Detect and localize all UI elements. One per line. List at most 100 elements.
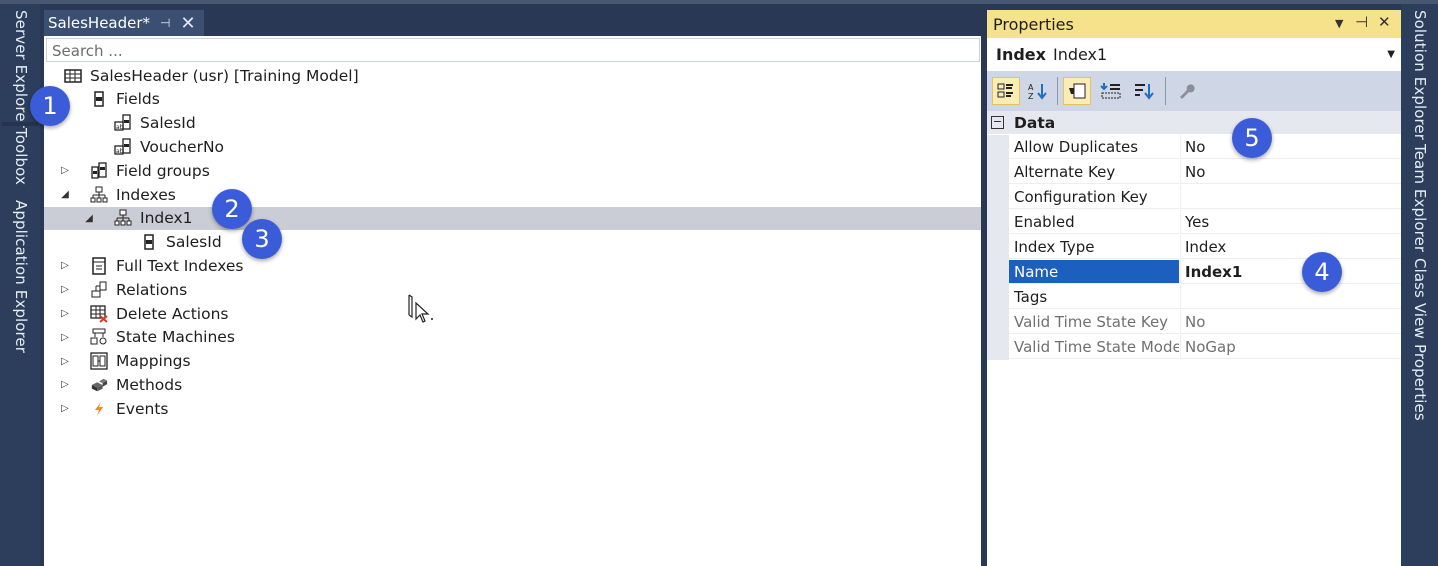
rail-tab-server-explorer[interactable]: Server Explorer bbox=[12, 10, 30, 128]
rail-tab-application-explorer[interactable]: Application Explorer bbox=[12, 200, 30, 353]
field-string-icon: ab bbox=[114, 114, 132, 132]
property-row-index-type[interactable]: Index Type Index bbox=[987, 235, 1401, 260]
category-data[interactable]: − Data bbox=[987, 111, 1401, 134]
categorized-icon[interactable] bbox=[992, 77, 1020, 105]
property-name[interactable]: Tags bbox=[1009, 285, 1179, 309]
tree-item-salesheader-usr-training-model[interactable]: SalesHeader (usr) [Training Model] bbox=[44, 64, 981, 87]
rail-tab-properties[interactable]: Properties bbox=[1411, 344, 1429, 421]
collapse-icon[interactable]: − bbox=[991, 116, 1004, 129]
row-gutter bbox=[987, 235, 1009, 260]
expand-arrow-icon[interactable]: ▷ bbox=[60, 165, 70, 176]
pin-icon[interactable]: ⊣ bbox=[1355, 13, 1368, 31]
mappings-icon bbox=[90, 352, 108, 370]
property-value[interactable]: No bbox=[1180, 160, 1401, 184]
property-value[interactable]: Yes bbox=[1180, 210, 1401, 234]
close-icon[interactable]: ✕ bbox=[1378, 13, 1391, 31]
tree-item-label: Relations bbox=[116, 280, 188, 299]
property-name[interactable]: Enabled bbox=[1009, 210, 1179, 234]
property-value[interactable] bbox=[1180, 285, 1401, 309]
tree-item-fields[interactable]: Fields bbox=[44, 88, 981, 111]
property-value[interactable]: Index1 bbox=[1180, 260, 1401, 284]
rail-tab-solution-explorer[interactable]: Solution Explorer bbox=[1411, 10, 1429, 140]
annotation-badge-4: 4 bbox=[1302, 252, 1342, 292]
property-row-valid-time-state-key[interactable]: Valid Time State Key No bbox=[987, 310, 1401, 335]
tree-item-relations[interactable]: ▷ Relations bbox=[44, 278, 981, 301]
mouse-cursor-icon bbox=[406, 293, 436, 329]
property-row-enabled[interactable]: Enabled Yes bbox=[987, 210, 1401, 235]
property-name[interactable]: Configuration Key bbox=[1009, 185, 1179, 209]
pin-icon[interactable]: ⊣ bbox=[160, 16, 170, 30]
properties-page-icon[interactable] bbox=[1063, 77, 1091, 105]
expand-arrow-icon[interactable]: ▷ bbox=[60, 308, 70, 319]
rail-tab-toolbox[interactable]: Toolbox bbox=[12, 128, 30, 185]
events-list-icon[interactable] bbox=[1097, 77, 1125, 105]
row-gutter bbox=[987, 285, 1009, 310]
tree-item-events[interactable]: ▷ Events bbox=[44, 397, 981, 420]
row-gutter bbox=[987, 210, 1009, 235]
collapse-arrow-icon[interactable]: ◢ bbox=[60, 189, 70, 200]
chevron-down-icon[interactable]: ▼ bbox=[1387, 49, 1395, 60]
property-name[interactable]: Name bbox=[1009, 260, 1179, 284]
tree-item-label: Mappings bbox=[116, 352, 191, 371]
dropdown-icon[interactable]: ▼ bbox=[1335, 17, 1343, 30]
tree-item-salesid[interactable]: ab SalesId bbox=[44, 112, 981, 135]
property-name[interactable]: Alternate Key bbox=[1009, 160, 1179, 184]
tree-item-state-machines[interactable]: ▷ State Machines bbox=[44, 326, 981, 349]
property-value[interactable]: No bbox=[1180, 310, 1401, 334]
tree-item-mappings[interactable]: ▷ Mappings bbox=[44, 350, 981, 373]
property-value[interactable]: NoGap bbox=[1180, 335, 1401, 359]
tree-item-field-groups[interactable]: ▷ Field groups bbox=[44, 159, 981, 182]
properties-title: Properties bbox=[993, 14, 1074, 34]
property-name[interactable]: Valid Time State Mode bbox=[1009, 335, 1179, 359]
property-row-tags[interactable]: Tags bbox=[987, 285, 1401, 310]
close-icon[interactable]: ✕ bbox=[181, 13, 196, 34]
expand-arrow-icon[interactable]: ▷ bbox=[60, 379, 70, 390]
property-row-allow-duplicates[interactable]: Allow Duplicates No bbox=[987, 135, 1401, 160]
tree-item-delete-actions[interactable]: ▷ Delete Actions bbox=[44, 302, 981, 325]
tree-item-indexes[interactable]: ◢ Indexes bbox=[44, 183, 981, 206]
expand-arrow-icon[interactable]: ▷ bbox=[60, 332, 70, 343]
property-row-configuration-key[interactable]: Configuration Key bbox=[987, 185, 1401, 210]
property-row-alternate-key[interactable]: Alternate Key No bbox=[987, 160, 1401, 185]
tree-item-label: Events bbox=[116, 399, 169, 418]
svg-text:Z: Z bbox=[1028, 92, 1034, 101]
tree-item-label: Full Text Indexes bbox=[116, 256, 244, 275]
document-tab-salesheader[interactable]: SalesHeader* ⊣ ✕ bbox=[44, 10, 204, 36]
expand-arrow-icon[interactable]: ▷ bbox=[60, 284, 70, 295]
object-name: Index1 bbox=[1052, 44, 1108, 64]
methods-icon bbox=[90, 376, 108, 394]
alphabetical-icon[interactable]: AZ bbox=[1024, 77, 1052, 105]
wrench-icon[interactable] bbox=[1172, 77, 1200, 105]
tree-item-label: Delete Actions bbox=[116, 304, 229, 323]
tree-item-salesid[interactable]: SalesId bbox=[44, 231, 981, 254]
expand-arrow-icon[interactable]: ▷ bbox=[60, 260, 70, 271]
property-name[interactable]: Index Type bbox=[1009, 235, 1179, 259]
object-selector[interactable]: Index Index1 ▼ bbox=[987, 40, 1401, 68]
property-value[interactable]: Index bbox=[1180, 235, 1401, 259]
annotation-badge-2: 2 bbox=[212, 189, 252, 229]
tree-item-label: SalesId bbox=[140, 114, 196, 133]
table-icon bbox=[64, 67, 82, 85]
index-icon bbox=[114, 209, 132, 227]
toolbar-separator bbox=[1165, 77, 1166, 105]
expand-arrow-icon[interactable]: ▷ bbox=[60, 356, 70, 367]
search-input[interactable]: Search ... bbox=[46, 38, 980, 62]
tree-item-label: Indexes bbox=[116, 185, 176, 204]
property-name[interactable]: Allow Duplicates bbox=[1009, 135, 1179, 159]
property-value[interactable] bbox=[1180, 185, 1401, 209]
property-row-valid-time-state-mode[interactable]: Valid Time State Mode NoGap bbox=[987, 335, 1401, 360]
tree-item-voucherno[interactable]: ab VoucherNo bbox=[44, 135, 981, 158]
tree-item-full-text-indexes[interactable]: ▷ Full Text Indexes bbox=[44, 254, 981, 277]
rail-tab-class-view[interactable]: Class View bbox=[1411, 258, 1429, 339]
sort-icon[interactable] bbox=[1130, 77, 1158, 105]
rail-tab-team-explorer[interactable]: Team Explorer bbox=[1411, 144, 1429, 252]
relations-icon bbox=[90, 281, 108, 299]
annotation-badge-5: 5 bbox=[1232, 118, 1272, 158]
tree-item-methods[interactable]: ▷ Methods bbox=[44, 373, 981, 396]
collapse-arrow-icon[interactable]: ◢ bbox=[84, 213, 94, 224]
tree-item-index1[interactable]: ◢ Index1 bbox=[44, 206, 981, 230]
property-name[interactable]: Valid Time State Key bbox=[1009, 310, 1179, 334]
properties-toolbar: AZ bbox=[987, 71, 1401, 111]
expand-arrow-icon[interactable]: ▷ bbox=[60, 403, 70, 414]
property-value[interactable]: No bbox=[1180, 135, 1401, 159]
